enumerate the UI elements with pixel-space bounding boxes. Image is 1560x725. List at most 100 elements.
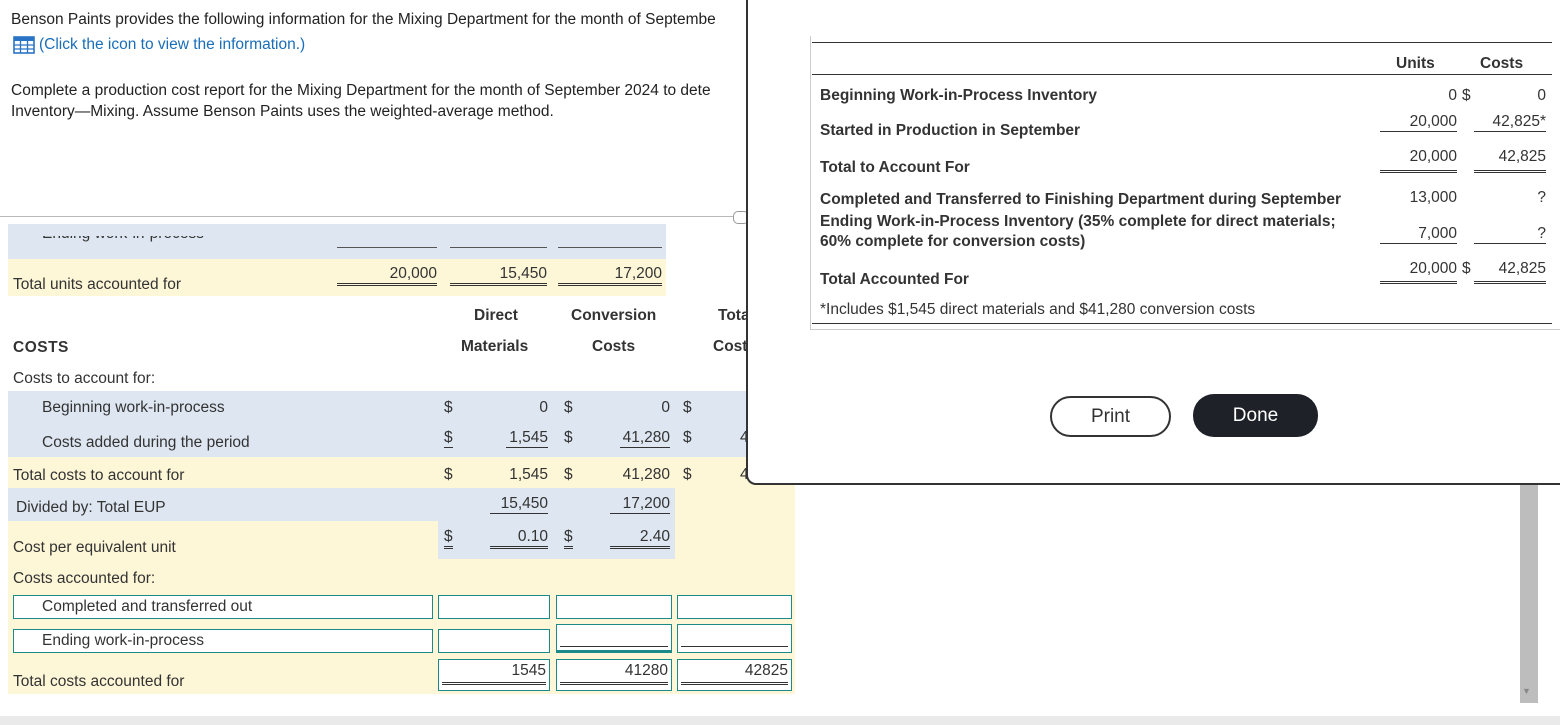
ending-label: Ending work-in-process (42, 632, 204, 649)
added-cc-dollar: $ (564, 429, 573, 446)
modal-r6-units: 20,000 (1380, 260, 1457, 284)
total-accounted-cc-input[interactable]: 41280 (556, 659, 672, 691)
modal-r2-costs: 42,825* (1474, 113, 1546, 132)
done-button[interactable]: Done (1193, 394, 1318, 437)
completed-cc-input[interactable] (556, 595, 672, 619)
modal-r1-dollar: $ (1462, 87, 1471, 104)
eup-label: Divided by: Total EUP (16, 499, 166, 516)
total-accounted-tot-input[interactable]: 42825 (677, 659, 792, 691)
completed-dm-input[interactable] (438, 595, 550, 619)
beg-dm-value: 0 (539, 399, 548, 416)
beg-cc-value: 0 (661, 399, 670, 416)
header-tot-line1: Tota (718, 307, 750, 324)
ending-tot-underline (681, 646, 788, 647)
total-accounted-tot-value: 42825 (744, 662, 788, 679)
costs-section-title: COSTS (13, 339, 69, 356)
modal-bottom-rule (812, 323, 1552, 324)
pane-divider (0, 216, 740, 217)
vertical-scrollbar[interactable] (1520, 485, 1538, 703)
modal-r6-dollar: $ (1462, 260, 1471, 277)
modal-r5-units: 7,000 (1380, 225, 1457, 244)
total-cc-value: 41,280 (622, 466, 670, 483)
modal-header-rule (812, 74, 1552, 75)
total-dm-value: 1,545 (509, 466, 548, 483)
ending-dm-input[interactable] (438, 629, 550, 653)
modal-col-costs: Costs (1480, 55, 1524, 72)
header-cc-line2: Costs (592, 338, 636, 355)
header-dm-line1: Direct (474, 307, 518, 324)
added-dm-value: 1,545 (506, 429, 548, 448)
completed-label-box[interactable]: Completed and transferred out (13, 595, 433, 619)
costs-accounted-label: Costs accounted for: (13, 570, 156, 587)
modal-r5-label-line1: Ending Work-in-Process Inventory (35% co… (820, 213, 1336, 230)
modal-r1-units: 0 (1448, 87, 1457, 104)
ending-cc-input[interactable] (556, 624, 672, 653)
added-dm-dollar: $ (444, 429, 453, 448)
units-total-label: Total units accounted for (13, 276, 182, 293)
modal-r1-costs: 0 (1537, 87, 1546, 104)
costs-to-account-label: Costs to account for: (13, 370, 156, 387)
cpu-cc-dollar: $ (564, 528, 573, 549)
total-cc-dbl (560, 682, 668, 685)
total-tot-dollar: $ (683, 466, 692, 483)
ending-label-box[interactable]: Ending work-in-process (13, 629, 433, 653)
modal-r4-units: 13,000 (1409, 189, 1457, 206)
total-tot-dbl (681, 682, 788, 685)
question-intro: Benson Paints provides the following inf… (11, 11, 716, 28)
modal-r5-label-line2: 60% complete for conversion costs) (820, 233, 1086, 250)
modal-r3-label: Total to Account For (820, 159, 970, 176)
task-line-2: Inventory—Mixing. Assume Benson Paints u… (11, 103, 554, 120)
total-dm-dollar: $ (444, 466, 453, 483)
view-info-text[interactable]: (Click the icon to view the information.… (39, 36, 305, 54)
header-cc-line1: Conversion (571, 307, 657, 324)
units-cc-value: 17,200 (558, 265, 662, 286)
ending-tot-input[interactable] (677, 624, 792, 653)
modal-r4-costs: ? (1537, 189, 1546, 206)
total-costs-label: Total costs to account for (13, 467, 185, 484)
beg-cc-dollar: $ (564, 399, 573, 416)
beg-dm-dollar: $ (444, 399, 453, 416)
cpu-label: Cost per equivalent unit (13, 539, 176, 556)
modal-r6-costs: 42,825 (1474, 260, 1546, 284)
eup-row-tot-bg (675, 488, 795, 521)
eup-cc-value: 17,200 (610, 495, 670, 514)
beg-tot-dollar: $ (683, 399, 692, 416)
table-icon[interactable] (13, 36, 35, 54)
cpu-dm-dollar: $ (444, 528, 453, 549)
scroll-down-arrow-icon[interactable]: ▼ (1522, 686, 1531, 696)
total-dm-dbl (442, 682, 546, 685)
units-dm-value: 15,450 (450, 265, 547, 286)
partial-row-values-bg (333, 224, 666, 259)
modal-r1-label: Beginning Work-in-Process Inventory (820, 87, 1098, 104)
print-button[interactable]: Print (1050, 396, 1171, 437)
modal-r2-units: 20,000 (1380, 113, 1457, 132)
modal-top-rule (812, 42, 1552, 43)
header-dm-line2: Materials (461, 338, 529, 355)
total-accounted-dm-input[interactable]: 1545 (438, 659, 550, 691)
beg-row-label: Beginning work-in-process (42, 399, 225, 416)
partial-line-total (337, 247, 437, 248)
modal-r3-costs: 42,825 (1474, 148, 1546, 173)
total-accounted-dm-value: 1545 (511, 662, 546, 679)
info-modal: Units Costs Beginning Work-in-Process In… (746, 0, 1560, 485)
bottom-bar (0, 716, 1560, 725)
added-cc-value: 41,280 (620, 429, 670, 448)
added-row-label: Costs added during the period (42, 434, 250, 451)
modal-col-units: Units (1396, 55, 1435, 72)
modal-r4-label: Completed and Transferred to Finishing D… (820, 191, 1342, 208)
cpu-dm-value: 0.10 (490, 528, 548, 549)
modal-r2-label: Started in Production in September (820, 122, 1081, 139)
completed-tot-input[interactable] (677, 595, 792, 619)
task-instructions: Complete a production cost report for th… (11, 80, 711, 122)
header-tot-line2: Cost (713, 338, 748, 355)
modal-r3-units: 20,000 (1380, 148, 1457, 173)
completed-label: Completed and transferred out (42, 598, 253, 615)
partial-line-cc (558, 247, 662, 248)
total-cc-dollar: $ (564, 466, 573, 483)
total-accounted-cc-value: 41280 (624, 662, 668, 679)
modal-footnote: *Includes $1,545 direct materials and $4… (820, 301, 1256, 318)
view-info-link[interactable]: (Click the icon to view the information.… (13, 36, 305, 54)
task-line-1: Complete a production cost report for th… (11, 82, 711, 99)
units-total-value: 20,000 (337, 265, 437, 286)
added-tot-dollar: $ (683, 429, 692, 446)
